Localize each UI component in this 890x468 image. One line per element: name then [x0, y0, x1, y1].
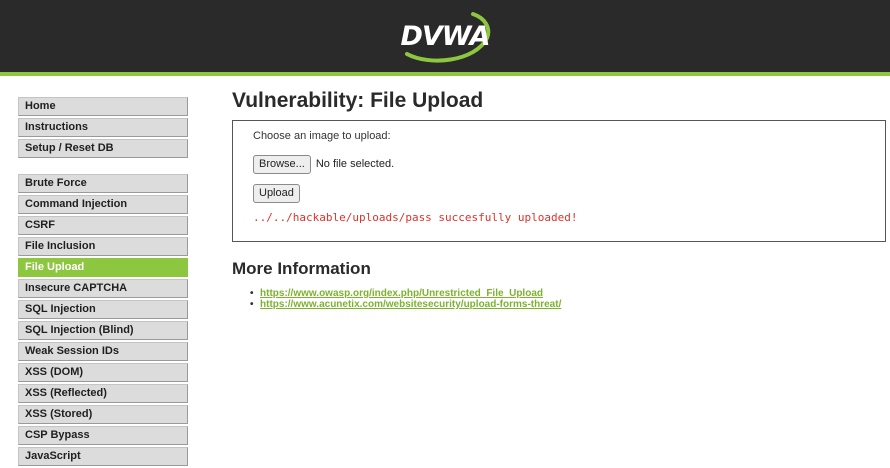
browse-button[interactable]: Browse...	[253, 154, 311, 174]
sidebar-item-weak-session-ids[interactable]: Weak Session IDs	[18, 342, 188, 361]
page-title: Vulnerability: File Upload	[232, 89, 484, 112]
upload-form-box: Choose an image to upload: Browse... No …	[232, 120, 886, 242]
header-accent-bar	[0, 72, 890, 76]
sidebar-item-home[interactable]: Home	[18, 97, 188, 116]
sidebar-group-main: Home Instructions Setup / Reset DB	[18, 97, 188, 158]
upload-result-message: ../../hackable/uploads/pass succesfully …	[253, 211, 578, 224]
file-status-text: No file selected.	[315, 158, 395, 170]
sidebar-item-command-injection[interactable]: Command Injection	[18, 195, 188, 214]
upload-prompt-label: Choose an image to upload:	[253, 130, 391, 142]
sidebar-item-brute-force[interactable]: Brute Force	[18, 174, 188, 193]
more-info-links: • https://www.owasp.org/index.php/Unrest…	[232, 288, 886, 310]
sidebar-item-xss-dom[interactable]: XSS (DOM)	[18, 363, 188, 382]
file-input-row: Browse... No file selected.	[253, 154, 865, 174]
list-item: • https://www.acunetix.com/websitesecuri…	[250, 299, 886, 310]
list-item: • https://www.owasp.org/index.php/Unrest…	[250, 288, 886, 299]
sidebar-item-instructions[interactable]: Instructions	[18, 118, 188, 137]
logo-text: DVWA	[400, 20, 490, 52]
more-information-heading: More Information	[232, 259, 371, 278]
sidebar-group-vulnerabilities: Brute Force Command Injection CSRF File …	[18, 174, 188, 466]
acunetix-link[interactable]: https://www.acunetix.com/websitesecurity…	[260, 299, 561, 310]
main-content: Vulnerability: File Upload Choose an ima…	[232, 86, 886, 310]
sidebar-item-csp-bypass[interactable]: CSP Bypass	[18, 426, 188, 445]
owasp-link[interactable]: https://www.owasp.org/index.php/Unrestri…	[260, 288, 543, 299]
bullet-icon: •	[250, 288, 254, 299]
sidebar-item-csrf[interactable]: CSRF	[18, 216, 188, 235]
sidebar-item-file-upload[interactable]: File Upload	[18, 258, 188, 277]
upload-button[interactable]: Upload	[253, 184, 300, 203]
dvwa-logo[interactable]: DVWA	[389, 8, 501, 64]
sidebar-item-insecure-captcha[interactable]: Insecure CAPTCHA	[18, 279, 188, 298]
sidebar-item-javascript[interactable]: JavaScript	[18, 447, 188, 466]
sidebar-item-xss-stored[interactable]: XSS (Stored)	[18, 405, 188, 424]
page-header: DVWA	[0, 0, 890, 72]
bullet-icon: •	[250, 299, 254, 310]
sidebar-item-file-inclusion[interactable]: File Inclusion	[18, 237, 188, 256]
sidebar-menu: Home Instructions Setup / Reset DB Brute…	[18, 97, 188, 468]
sidebar-item-sql-injection[interactable]: SQL Injection	[18, 300, 188, 319]
sidebar-item-sql-injection-blind[interactable]: SQL Injection (Blind)	[18, 321, 188, 340]
upload-button-row: Upload	[253, 183, 865, 203]
sidebar-item-xss-reflected[interactable]: XSS (Reflected)	[18, 384, 188, 403]
sidebar-item-setup-reset-db[interactable]: Setup / Reset DB	[18, 139, 188, 158]
